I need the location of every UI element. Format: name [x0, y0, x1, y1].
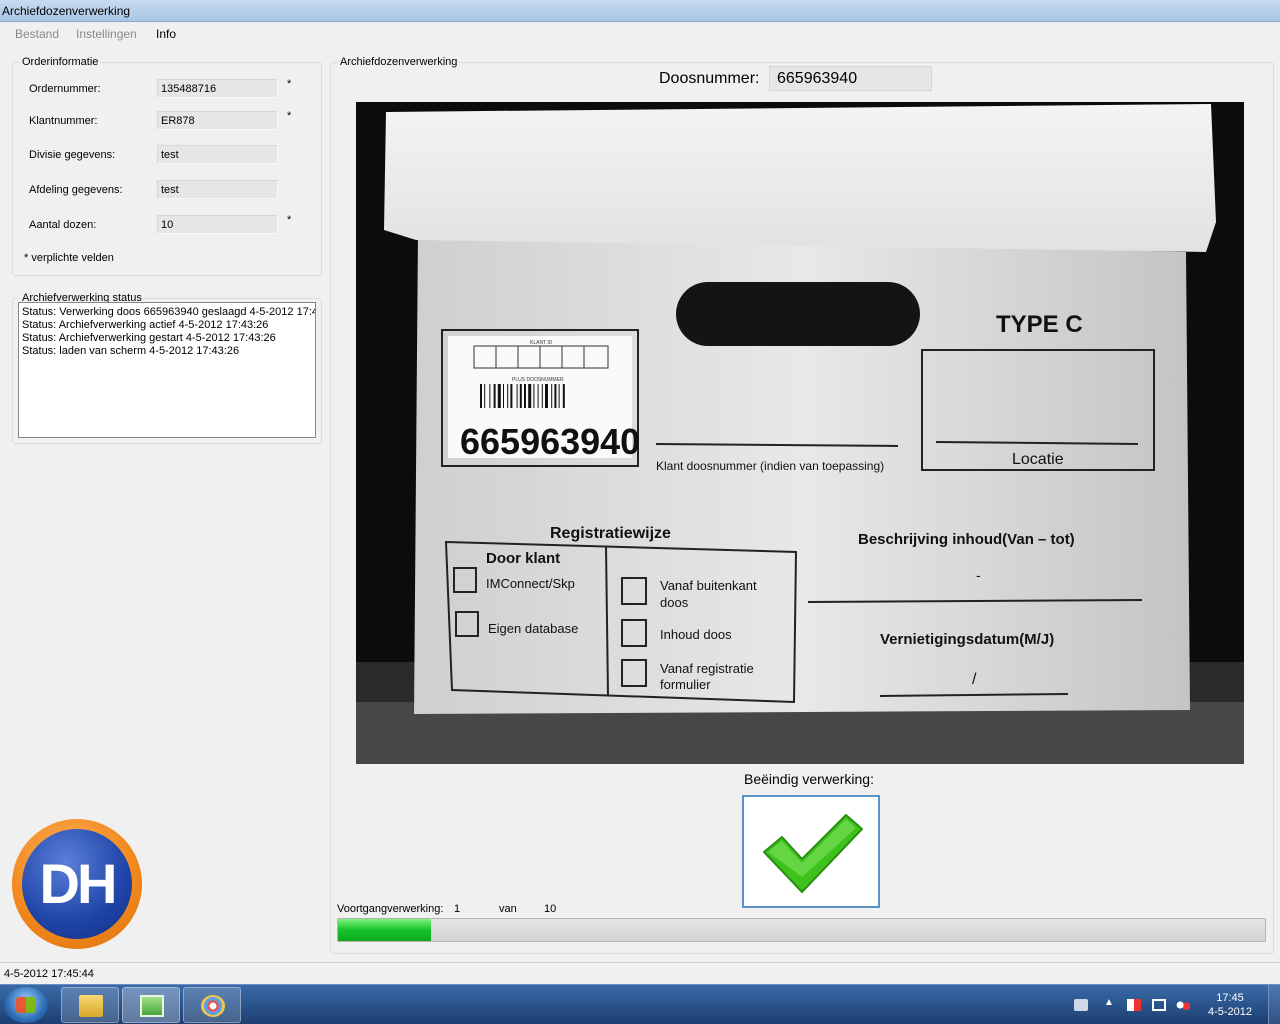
required-fields-note: * verplichte velden: [24, 252, 114, 264]
menubar: Bestand Instellingen Info: [0, 22, 1280, 44]
show-desktop-button[interactable]: [1268, 985, 1280, 1024]
door-klant-title: Door klant: [486, 550, 560, 567]
progress-total: 10: [544, 903, 557, 915]
camera-image: TYPE C Locatie KLANT ID PLUS DOOSNUMMER …: [356, 102, 1244, 764]
beschrijving-dash: -: [976, 567, 981, 583]
status-log[interactable]: Status: Verwerking doos 665963940 geslaa…: [18, 302, 316, 438]
ordernummer-required-marker: *: [287, 78, 292, 90]
menu-instellingen[interactable]: Instellingen: [76, 27, 137, 41]
progress-bar-fill: [338, 919, 431, 941]
option-imconnect: IMConnect/Skp: [486, 576, 575, 591]
option-eigen-database: Eigen database: [488, 621, 578, 636]
divisie-label: Divisie gegevens:: [29, 149, 116, 161]
app-window-icon: [140, 995, 164, 1017]
handle-hole: [676, 282, 920, 346]
option-buitenkant-line2: doos: [660, 595, 689, 610]
barcode-caption: PLUS DOOSNUMMER: [512, 377, 564, 383]
order-info-legend: Orderinformatie: [20, 56, 101, 68]
progress-of-label: van: [499, 903, 517, 915]
clock-time: 17:45: [1216, 992, 1244, 1004]
keyboard-icon[interactable]: [1074, 999, 1088, 1011]
klant-id-label: KLANT ID: [530, 340, 553, 346]
afdeling-label: Afdeling gegevens:: [29, 184, 123, 196]
registratiewijze-title: Registratiewijze: [550, 525, 671, 542]
box-label-number: 665963940: [460, 421, 640, 462]
status-line: Status: Archiefverwerking actief 4-5-201…: [22, 319, 269, 331]
status-line: Status: Archiefverwerking gestart 4-5-20…: [22, 332, 276, 344]
logo-text: DH: [39, 852, 118, 915]
locatie-label: Locatie: [1012, 451, 1064, 468]
dh-logo: DH: [12, 819, 142, 949]
aantal-dozen-required-marker: *: [287, 214, 292, 226]
end-processing-button[interactable]: [742, 795, 880, 908]
statusbar-datetime: 4-5-2012 17:45:44: [4, 968, 94, 980]
box-lid: [384, 104, 1216, 252]
option-inhoud: Inhoud doos: [660, 627, 732, 642]
paint-palette-icon: [201, 995, 225, 1017]
option-buitenkant-line1: Vanaf buitenkant: [660, 578, 757, 593]
box-number-field[interactable]: 665963940: [769, 66, 932, 91]
window-titlebar: Archiefdozenverwerking: [0, 0, 1280, 22]
beschrijving-label: Beschrijving inhoud(Van – tot): [858, 531, 1075, 548]
box-number-label: Doosnummer:: [659, 70, 760, 87]
menu-info[interactable]: Info: [156, 27, 176, 41]
menu-bestand[interactable]: Bestand: [15, 27, 59, 41]
aantal-dozen-field[interactable]: 10: [157, 215, 278, 234]
progress-label: Voortgangverwerking:: [337, 903, 444, 915]
klantnummer-label: Klantnummer:: [29, 115, 98, 127]
taskbar-paint-button[interactable]: [183, 987, 241, 1023]
vernietigingsdatum-slash: /: [972, 671, 977, 688]
end-processing-label: Beëindig verwerking:: [744, 771, 874, 787]
checkmark-icon: [763, 814, 863, 893]
klantnummer-field[interactable]: ER878: [157, 111, 278, 130]
status-line: Status: laden van scherm 4-5-2012 17:43:…: [22, 345, 240, 357]
type-label: TYPE C: [996, 311, 1083, 338]
ordernummer-label: Ordernummer:: [29, 83, 101, 95]
ordernummer-field[interactable]: 135488716: [157, 79, 278, 98]
vernietigingsdatum-label: Vernietigingsdatum(M/J): [880, 631, 1054, 648]
status-line: Status: Verwerking doos 665963940 geslaa…: [22, 306, 316, 318]
option-registratie-line2: formulier: [660, 677, 711, 692]
klant-doosnummer-label: Klant doosnummer (indien van toepassing): [656, 459, 884, 473]
network-icon[interactable]: [1152, 999, 1166, 1011]
aantal-dozen-label: Aantal dozen:: [29, 219, 97, 231]
processing-legend: Archiefdozenverwerking: [338, 56, 460, 68]
statusbar: 4-5-2012 17:45:44: [0, 962, 1280, 984]
start-button[interactable]: [4, 987, 48, 1023]
folder-icon: [79, 995, 103, 1017]
klantnummer-required-marker: *: [287, 110, 292, 122]
window-title: Archiefdozenverwerking: [2, 4, 131, 18]
clock-date: 4-5-2012: [1207, 1006, 1253, 1018]
afdeling-field[interactable]: test: [157, 180, 278, 199]
taskbar-explorer-button[interactable]: [61, 987, 119, 1023]
volume-muted-icon[interactable]: [1176, 999, 1190, 1011]
progress-bar: [337, 918, 1266, 942]
divisie-field[interactable]: test: [157, 145, 278, 164]
taskbar-clock[interactable]: 17:45 4-5-2012: [1200, 991, 1260, 1019]
show-hidden-icons-icon[interactable]: ▲: [1104, 997, 1114, 1009]
taskbar: ▲ 17:45 4-5-2012: [0, 984, 1280, 1024]
action-center-flag-icon[interactable]: [1127, 999, 1141, 1011]
taskbar-app-button[interactable]: [122, 987, 180, 1023]
progress-current: 1: [454, 903, 461, 915]
option-registratie-line1: Vanaf registratie: [660, 661, 754, 676]
